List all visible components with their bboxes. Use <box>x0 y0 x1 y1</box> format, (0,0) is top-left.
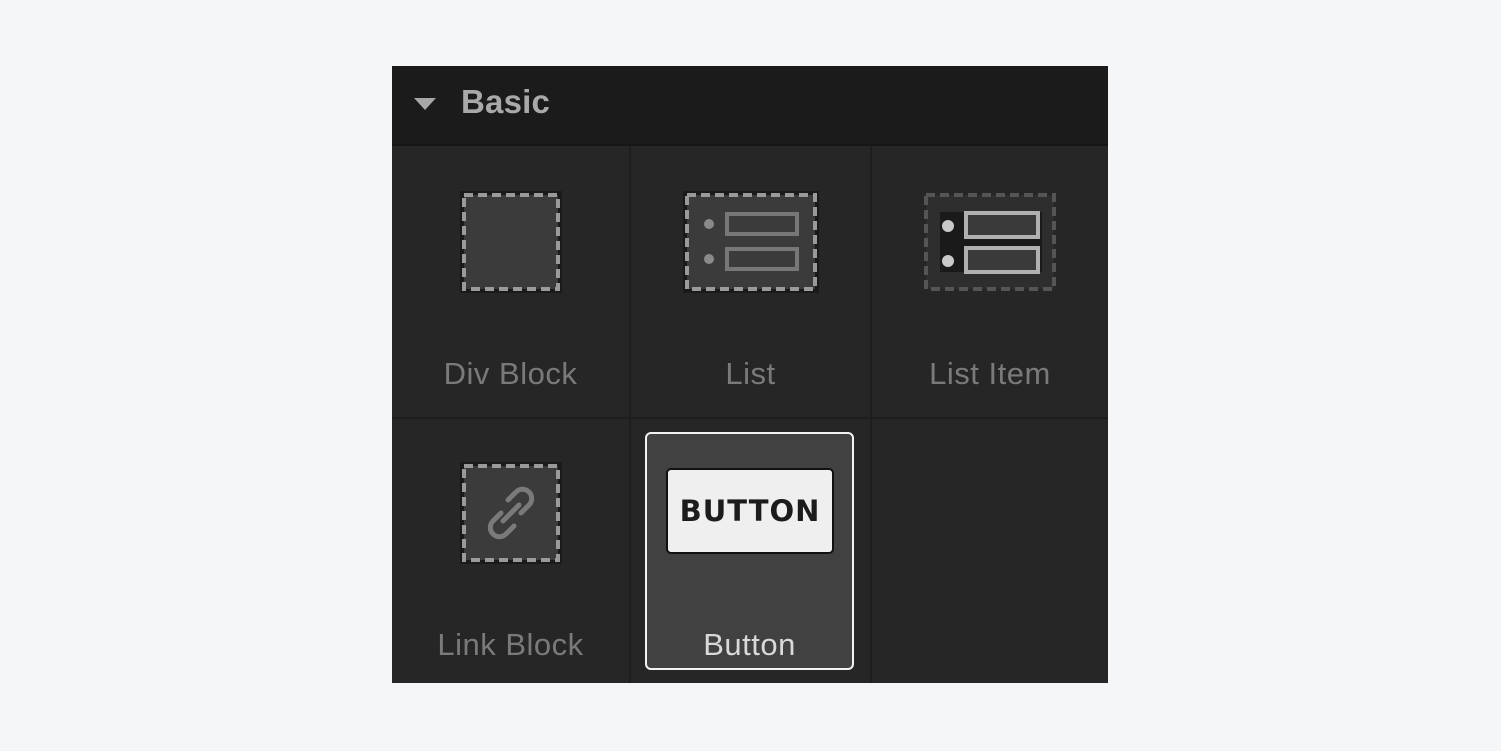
add-elements-panel: Basic Div Block List List Item Link Bloc… <box>392 66 1108 683</box>
list-item-icon <box>924 193 1056 291</box>
div-block-icon <box>459 191 562 293</box>
element-label: List Item <box>929 356 1051 391</box>
element-label: List <box>725 356 776 391</box>
element-div-block[interactable]: Div Block <box>392 146 629 417</box>
element-button[interactable]: BUTTON Button <box>645 432 854 670</box>
element-list[interactable]: List <box>629 146 870 417</box>
section-header-basic[interactable]: Basic <box>392 66 1108 146</box>
element-label: Div Block <box>443 356 578 391</box>
list-icon <box>682 191 819 293</box>
button-icon: BUTTON <box>666 468 834 554</box>
element-label: Link Block <box>437 627 584 662</box>
element-link-block[interactable]: Link Block <box>392 417 629 683</box>
link-block-icon <box>459 462 562 564</box>
empty-cell <box>870 417 1108 683</box>
caret-down-icon[interactable] <box>414 98 436 110</box>
element-list-item[interactable]: List Item <box>870 146 1108 417</box>
element-label: Button <box>703 627 796 662</box>
section-title: Basic <box>461 83 551 120</box>
